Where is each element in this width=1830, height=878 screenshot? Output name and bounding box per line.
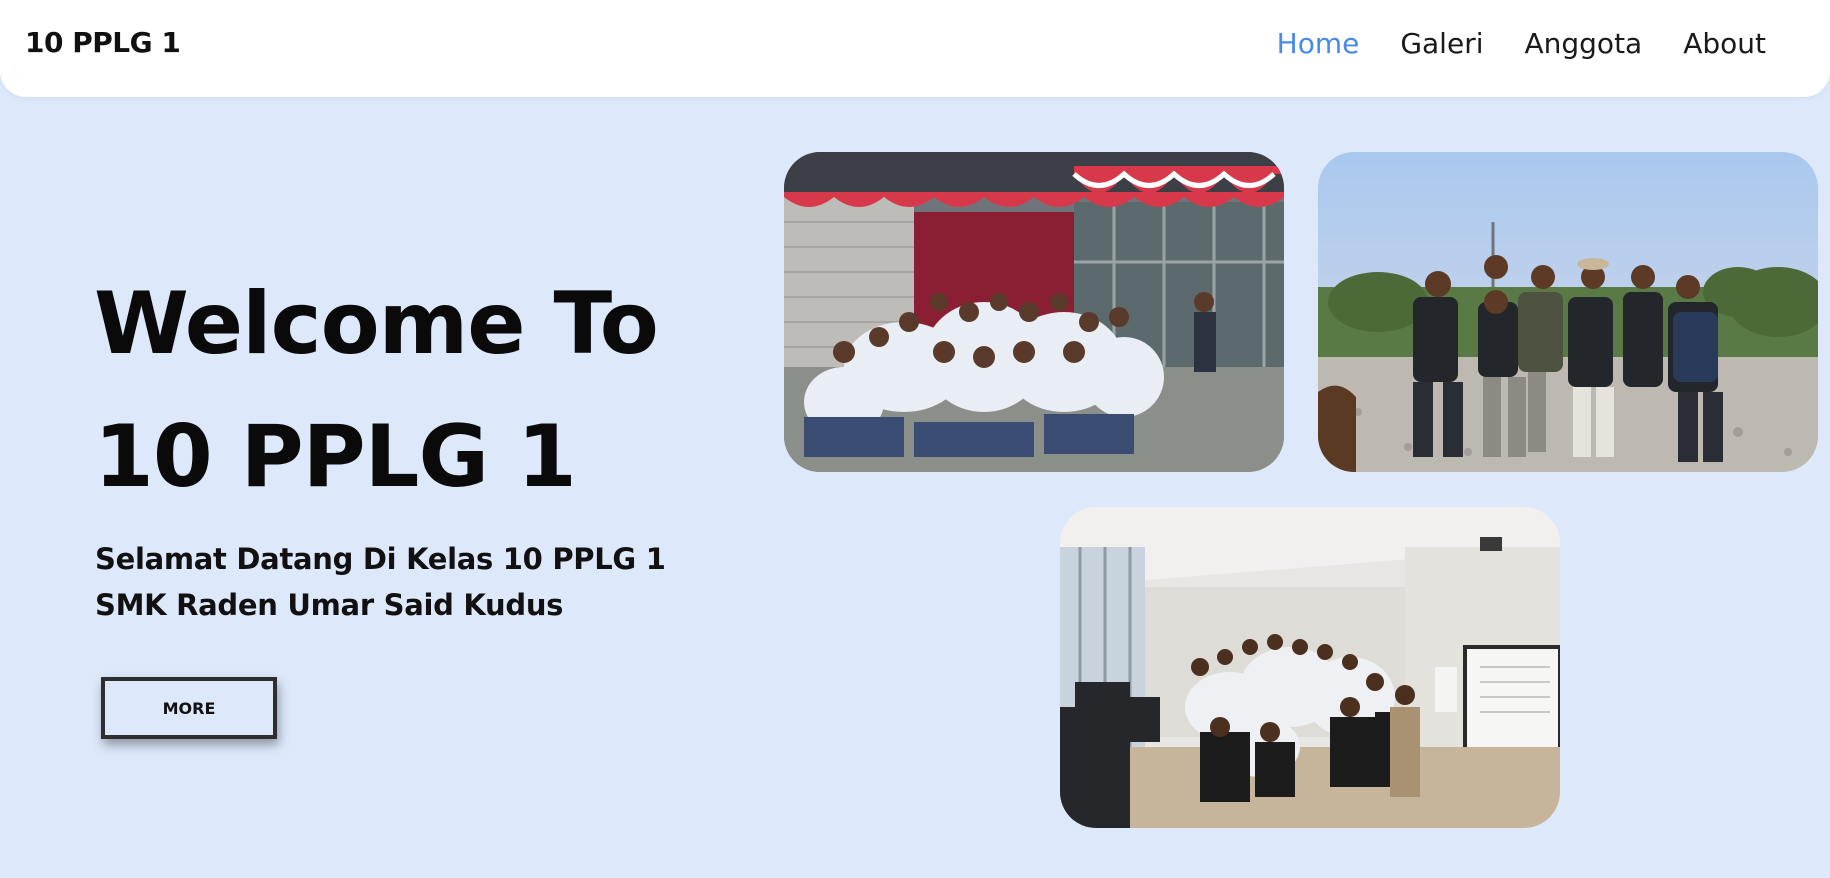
hero-subtitle-line-1: Selamat Datang Di Kelas 10 PPLG 1	[95, 542, 666, 576]
nav-link-home[interactable]: Home	[1277, 27, 1360, 60]
class-photo-2	[1318, 152, 1818, 472]
hero-subtitle-line-2: SMK Raden Umar Said Kudus	[95, 588, 564, 622]
class-photo-1	[784, 152, 1284, 472]
hero-title-line-1: Welcome To	[94, 274, 659, 374]
nav-link-galeri[interactable]: Galeri	[1400, 27, 1483, 60]
nav-link-about[interactable]: About	[1683, 27, 1766, 60]
nav-link-anggota[interactable]: Anggota	[1524, 27, 1642, 60]
hero-title-line-2: 10 PPLG 1	[94, 407, 577, 507]
navbar: 10 PPLG 1 Home Galeri Anggota About	[0, 0, 1830, 97]
brand-logo[interactable]: 10 PPLG 1	[25, 26, 181, 59]
nav-links: Home Galeri Anggota About	[1277, 27, 1766, 60]
class-photo-3	[1060, 507, 1560, 828]
hero-title: Welcome To 10 PPLG 1	[94, 258, 659, 524]
more-button[interactable]: MORE	[101, 677, 277, 739]
hero-subtitle: Selamat Datang Di Kelas 10 PPLG 1 SMK Ra…	[95, 536, 666, 628]
